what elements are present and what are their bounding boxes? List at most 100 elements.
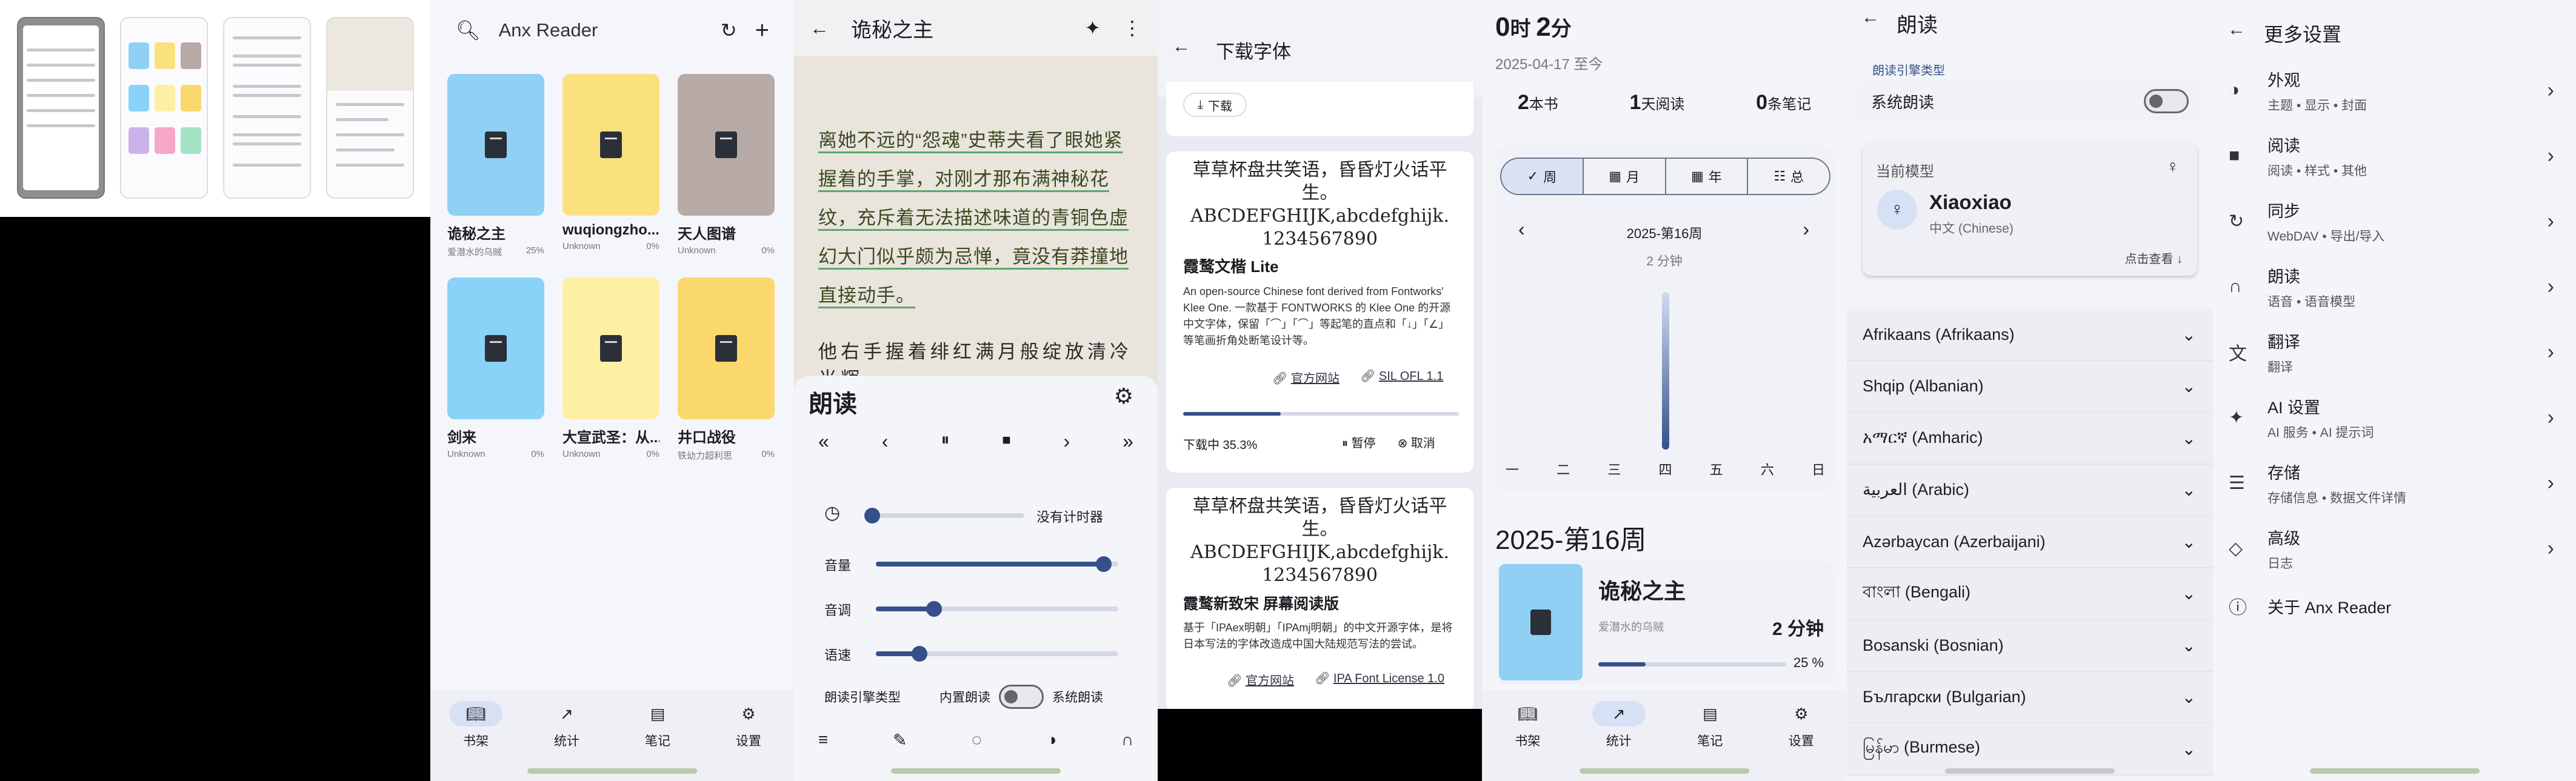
pause-button[interactable]: ⏸︎ 暂停 (1342, 433, 1376, 451)
gesture-handle[interactable] (2309, 768, 2480, 774)
system-tts-row[interactable]: 系统朗读 (1858, 80, 2202, 122)
palette-icon[interactable]: ◑ (1046, 730, 1056, 750)
calendar-icon: ▦ (1690, 168, 1704, 184)
book-cover[interactable] (678, 74, 775, 216)
tab-year[interactable]: ▦ 年 (1664, 159, 1747, 194)
back-arrow-icon[interactable]: ← (2227, 21, 2246, 39)
settings-row[interactable]: ◑ 外观 主题 • 显示 • 封面 › (2213, 58, 2576, 123)
fast-rewind-icon[interactable]: « (818, 430, 829, 453)
official-site-link[interactable]: 🔗︎ 官方网站 (1272, 368, 1340, 386)
nav-shelf[interactable]: 📖︎ 书架 (1501, 701, 1554, 749)
gesture-handle[interactable] (891, 768, 1061, 774)
book-icon (715, 335, 737, 362)
thumbnail-shelf[interactable] (120, 17, 208, 199)
stop-icon[interactable]: ⏹︎ (1002, 430, 1010, 453)
volume-slider[interactable] (876, 556, 1118, 572)
language-item[interactable]: አማርኛ (Amharic) ⌄ (1847, 413, 2213, 465)
language-item[interactable]: العربية (Arabic) ⌄ (1847, 464, 2213, 517)
book-cover[interactable] (562, 74, 659, 216)
cancel-button[interactable]: ⊗ 取消 (1398, 433, 1435, 451)
book-item[interactable]: 天人图谱 Unknown 0% (678, 74, 775, 256)
add-icon[interactable]: + (755, 18, 769, 42)
back-arrow-icon[interactable]: ← (1172, 38, 1190, 56)
pen-icon[interactable]: ✎ (893, 730, 907, 750)
thumbnail-dark[interactable] (17, 17, 105, 199)
book-cover[interactable] (447, 278, 544, 419)
tab-week[interactable]: ✓ 周 (1501, 159, 1583, 194)
fast-forward-icon[interactable]: » (1123, 430, 1133, 453)
font-download-screen: ← 下载字体 ⤓ 下载 草草杯盘共笑语，昏昏灯火话平生。ABCDEFGHIJK,a… (1158, 0, 1482, 781)
book-item[interactable]: 井口战役 铁幼力超利思 0% (678, 278, 775, 462)
settings-row[interactable]: ☰ 存储 存储信息 • 数据文件详情 › (2213, 450, 2576, 516)
tab-all[interactable]: ☷ 总 (1747, 159, 1829, 194)
nav-settings[interactable]: ⚙ 设置 (722, 701, 775, 749)
translate-icon: 文 (2229, 344, 2247, 364)
system-tts-toggle[interactable] (2144, 89, 2189, 113)
settings-row[interactable]: ⓘ 关于 Anx Reader (2213, 581, 2576, 631)
nav-notes[interactable]: ▤ 笔记 (1683, 701, 1737, 749)
language-item[interactable]: Bosanski (Bosnian) ⌄ (1847, 620, 2213, 672)
gear-icon[interactable]: ⚙ (1114, 385, 1133, 407)
book-cover[interactable] (562, 278, 659, 419)
language-item[interactable]: Български (Bulgarian) ⌄ (1847, 671, 2213, 724)
nav-settings[interactable]: ⚙ 设置 (1775, 701, 1828, 749)
gesture-handle[interactable] (1945, 768, 2115, 774)
sync-icon[interactable]: ↻ (721, 21, 737, 40)
next-icon[interactable]: › (1063, 430, 1070, 453)
pitch-slider[interactable] (876, 601, 1118, 617)
more-vert-icon[interactable]: ⋮ (1123, 18, 1142, 38)
nav-shelf[interactable]: 📖︎ 书架 (449, 701, 502, 749)
settings-row[interactable]: 文翻译 翻译 › (2213, 319, 2576, 385)
book-cover[interactable] (1499, 564, 1583, 680)
chevron-down-icon: ⌄ (2181, 325, 2196, 344)
book-cover[interactable] (678, 278, 775, 419)
chevron-down-icon: ⌄ (2181, 688, 2196, 706)
pause-icon[interactable]: ⏸︎ (941, 430, 949, 453)
settings-row[interactable]: ◇ 高级 日志 › (2213, 516, 2576, 581)
language-item[interactable]: বাংলা (Bengali) ⌄ (1847, 568, 2213, 620)
day-bar[interactable] (1661, 292, 1669, 450)
nav-stats[interactable]: ↗ 统计 (540, 701, 593, 749)
license-link[interactable]: 🔗︎ IPA Font License 1.0 (1315, 671, 1444, 688)
previous-icon[interactable]: ‹ (882, 430, 889, 453)
settings-row[interactable]: ∩ 朗读 语音 • 语音模型 › (2213, 254, 2576, 319)
thumbnail-reader[interactable] (326, 17, 414, 199)
language-item[interactable]: Azərbaycan (Azerbaijani) ⌄ (1847, 516, 2213, 568)
language-item[interactable]: Shqip (Albanian) ⌄ (1847, 361, 2213, 413)
back-arrow-icon[interactable]: ← (1861, 8, 1880, 27)
settings-row[interactable]: ■ 阅读 阅读 • 样式 • 其他 › (2213, 123, 2576, 188)
search-icon[interactable]: 🔍︎ (456, 21, 481, 40)
download-button[interactable]: ⤓ 下载 (1183, 93, 1247, 117)
sparkle-icon[interactable]: ✦ (1084, 18, 1101, 38)
tab-month[interactable]: ▦ 月 (1582, 159, 1665, 194)
gesture-handle[interactable] (527, 768, 697, 774)
settings-row[interactable]: ✦ AI 设置 AI 服务 • AI 提示词 › (2213, 385, 2576, 450)
thumbnail-font[interactable] (223, 17, 311, 199)
progress-icon[interactable]: ◌ (972, 730, 982, 750)
nav-stats[interactable]: ↗ 统计 (1592, 701, 1646, 749)
license-link[interactable]: 🔗︎ SIL OFL 1.1 (1360, 368, 1443, 386)
reader-highlight-paragraph[interactable]: 离她不远的“怨魂”史蒂夫看了眼她紧握着的手掌，对刚才那布满神秘花纹，充斥着无法描… (818, 121, 1133, 315)
view-more-link[interactable]: 点击查看 ↓ (2124, 249, 2183, 267)
engine-toggle[interactable] (999, 685, 1044, 709)
next-week-icon[interactable]: › (1803, 218, 1809, 241)
language-item[interactable]: Afrikaans (Afrikaans) ⌄ (1847, 309, 2213, 361)
book-item[interactable]: 大宣武圣：从... Unknown 0% (562, 278, 659, 459)
book-item[interactable]: 诡秘之主 爱潜水的乌贼 25% (447, 74, 544, 258)
rate-slider[interactable] (876, 646, 1118, 662)
search-bar[interactable]: 🔍︎ Anx Reader ↻ + (444, 11, 780, 50)
book-cover[interactable] (447, 74, 544, 216)
grid-icon: ☷ (1774, 168, 1786, 184)
official-site-link[interactable]: 🔗︎ 官方网站 (1227, 671, 1294, 688)
headphones-icon[interactable]: ∩ (1121, 730, 1133, 750)
book-stat-card[interactable]: 诡秘之主 爱潜水的乌贼 2 分钟 25 % (1495, 560, 1834, 685)
gesture-handle[interactable] (1580, 768, 1749, 774)
search-placeholder[interactable]: Anx Reader (499, 19, 702, 41)
toc-icon[interactable]: ≡ (818, 730, 828, 750)
nav-notes[interactable]: ▤ 笔记 (631, 701, 684, 749)
back-arrow-icon[interactable]: ← (810, 18, 829, 38)
book-item[interactable]: 剑来 Unknown 0% (447, 278, 544, 459)
timer-slider[interactable] (864, 508, 1024, 523)
settings-row[interactable]: ↻ 同步 WebDAV • 导出/导入 › (2213, 188, 2576, 254)
book-item[interactable]: wuqiongzho... Unknown 0% (562, 74, 659, 251)
